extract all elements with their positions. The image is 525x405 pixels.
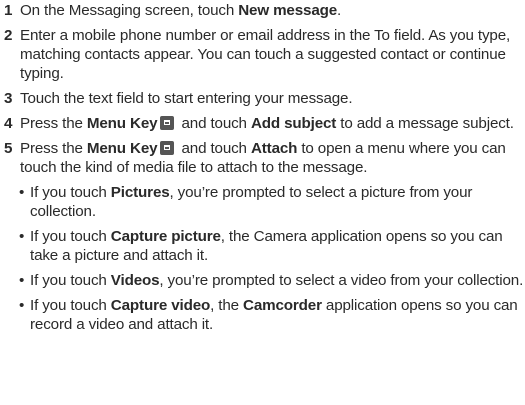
add-subject-term: Add subject: [250, 115, 337, 132]
menu-key-term: Menu Key: [86, 140, 158, 157]
bullet-pictures: • If you touch Pictures, you’re prompted…: [4, 183, 525, 221]
step-text: Press the: [20, 115, 87, 132]
step-4: 4 Press the Menu Key and touch Add subje…: [4, 114, 525, 133]
attach-term: Attach: [250, 140, 298, 157]
capture-picture-term: Capture picture: [110, 228, 221, 245]
step-text: and touch: [177, 115, 251, 132]
bullet-text: If you touch: [30, 297, 111, 314]
step-text: and touch: [177, 140, 251, 157]
step-1: 1 On the Messaging screen, touch New mes…: [4, 1, 525, 20]
step-text: Press the: [20, 140, 87, 157]
pictures-term: Pictures: [110, 184, 170, 201]
step-text: .: [337, 2, 342, 19]
menu-key-term: Menu Key: [86, 115, 158, 132]
bullet-dot: •: [19, 228, 25, 245]
step-2: 2 Enter a mobile phone number or email a…: [4, 26, 525, 83]
bullet-text: If you touch: [30, 228, 111, 245]
bullet-dot: •: [19, 184, 25, 201]
step-text: On the Messaging screen, touch: [20, 2, 239, 19]
capture-video-term: Capture video: [110, 297, 211, 314]
menu-key-icon: [160, 116, 175, 130]
bullet-videos: • If you touch Videos, you’re prompted t…: [4, 271, 525, 290]
step-number: 3: [4, 90, 13, 107]
bullet-dot: •: [19, 297, 25, 314]
bullet-text: , you’re prompted to select a video from…: [159, 272, 524, 289]
instructions-page: 1 On the Messaging screen, touch New mes…: [0, 0, 525, 405]
step-number: 4: [4, 115, 13, 132]
new-message-term: New message: [238, 2, 338, 19]
step-text: Touch the text field to start entering y…: [20, 90, 353, 107]
step-5: 5 Press the Menu Key and touch Attach to…: [4, 139, 525, 177]
bullet-capture-video: • If you touch Capture video, the Camcor…: [4, 296, 525, 334]
step-number: 1: [4, 2, 13, 19]
step-text: Enter a mobile phone number or email add…: [20, 27, 511, 82]
bullet-dot: •: [19, 272, 25, 289]
bullet-capture-picture: • If you touch Capture picture, the Came…: [4, 227, 525, 265]
step-number: 5: [4, 140, 13, 157]
step-number: 2: [4, 27, 13, 44]
bullet-text: If you touch: [30, 272, 111, 289]
camcorder-term: Camcorder: [243, 297, 322, 314]
bullet-text: , the: [210, 297, 243, 314]
videos-term: Videos: [110, 272, 160, 289]
bullet-text: If you touch: [30, 184, 111, 201]
step-text: to add a message subject.: [336, 115, 514, 132]
menu-key-icon: [160, 141, 175, 155]
step-3: 3 Touch the text field to start entering…: [4, 89, 525, 108]
